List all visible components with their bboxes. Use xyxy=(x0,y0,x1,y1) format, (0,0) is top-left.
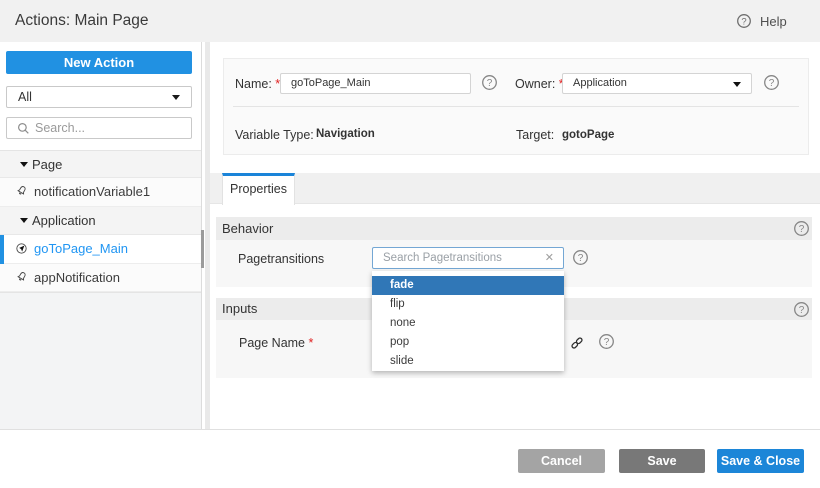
svg-text:?: ? xyxy=(798,224,804,235)
svg-text:?: ? xyxy=(768,78,774,89)
svg-text:?: ? xyxy=(578,253,584,264)
svg-text:?: ? xyxy=(798,305,804,316)
svg-text:?: ? xyxy=(486,78,492,89)
svg-text:?: ? xyxy=(603,337,609,348)
svg-text:?: ? xyxy=(741,16,746,27)
